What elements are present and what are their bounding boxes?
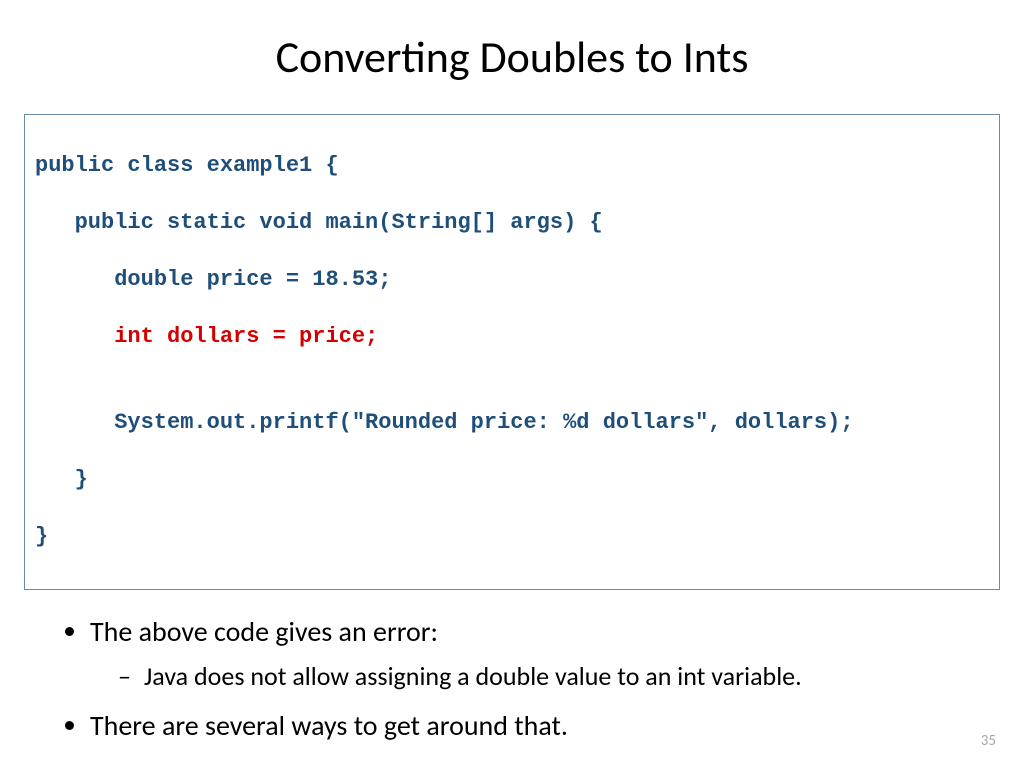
page-number: 35 — [981, 732, 996, 750]
bullet-list: The above code gives an error: Java does… — [60, 614, 964, 745]
bullet-text-2: There are several ways to get around tha… — [90, 708, 568, 743]
code-line-6: System.out.printf("Rounded price: %d dol… — [35, 409, 989, 438]
code-line-3: double price = 18.53; — [35, 266, 989, 295]
bullet-item-1: The above code gives an error: Java does… — [90, 614, 964, 694]
code-line-1: public class example1 { — [35, 152, 989, 181]
bullet-item-2: There are several ways to get around tha… — [90, 708, 964, 744]
code-line-4-error: int dollars = price; — [35, 323, 989, 352]
bullet-text-1: The above code gives an error: — [90, 614, 438, 649]
code-line-7: } — [35, 466, 989, 495]
sub-bullet-list-1: Java does not allow assigning a double v… — [118, 660, 964, 694]
code-line-2: public static void main(String[] args) { — [35, 209, 989, 238]
code-line-8: } — [35, 523, 989, 552]
slide-title: Converting Doubles to Ints — [0, 0, 1024, 104]
code-block: public class example1 { public static vo… — [24, 114, 1000, 590]
sub-bullet-1: Java does not allow assigning a double v… — [118, 660, 964, 694]
